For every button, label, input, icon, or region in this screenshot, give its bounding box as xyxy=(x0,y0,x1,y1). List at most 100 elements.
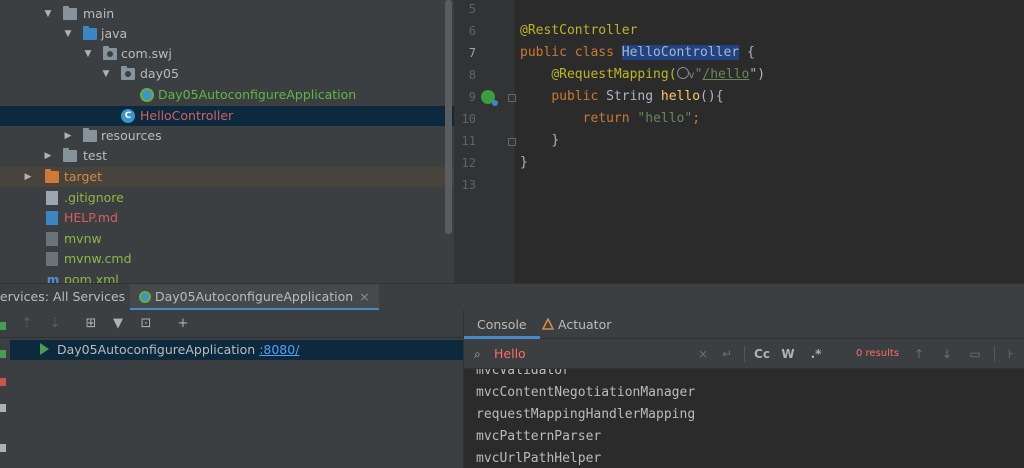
chevron-down-icon[interactable]: ▼ xyxy=(62,24,74,44)
clear-search-icon[interactable]: × xyxy=(696,345,710,363)
tree-item-java[interactable]: ▼ java xyxy=(0,24,444,44)
line-number: 12 xyxy=(461,156,476,170)
filter-search-icon[interactable]: ⊦ xyxy=(1004,345,1018,363)
line-number: 10 xyxy=(461,112,476,126)
stop-icon[interactable] xyxy=(0,378,6,386)
code-token: } xyxy=(551,133,560,148)
tree-item-target[interactable]: ▶ target xyxy=(0,167,454,187)
services-tool-window-header: Services: All Services Day05Autoconfigur… xyxy=(0,283,1024,311)
tree-item-com-swj[interactable]: ▼ com.swj xyxy=(0,44,444,64)
chevron-down-icon[interactable]: ▼ xyxy=(82,44,94,64)
tab-actuator[interactable]: Actuator xyxy=(542,310,611,339)
fold-icon[interactable] xyxy=(508,94,516,102)
divider xyxy=(744,346,745,362)
words-button[interactable]: W xyxy=(780,345,796,363)
code-token: { xyxy=(739,45,755,60)
tree-item-mvnw[interactable]: mvnw xyxy=(0,229,444,249)
search-input[interactable] xyxy=(494,339,684,369)
collapse-all-icon[interactable]: ⇣ xyxy=(47,316,63,332)
group-by-icon[interactable]: ⊞ xyxy=(83,316,99,332)
services-label: Services: xyxy=(0,289,49,304)
code-line-7: public class HelloController { xyxy=(520,42,755,64)
shell-file-icon xyxy=(46,232,58,246)
tree-item-resources[interactable]: ▶ resources xyxy=(0,126,444,146)
method-name-token: hello xyxy=(660,89,701,104)
tree-item-main[interactable]: ▼ main xyxy=(0,4,444,24)
tree-item-day05[interactable]: ▼ day05 xyxy=(0,64,444,84)
divider xyxy=(994,346,995,362)
code-line-10: return "hello"; xyxy=(520,108,700,130)
tree-item-help-md[interactable]: HELP.md xyxy=(0,208,444,228)
keyword-token: public class xyxy=(520,45,622,60)
spring-boot-icon xyxy=(139,291,151,303)
port-link[interactable]: :8080/ xyxy=(259,342,299,357)
package-icon xyxy=(103,46,117,60)
match-case-button[interactable]: Cc xyxy=(752,345,772,363)
line-number: 7 xyxy=(468,46,476,60)
tree-item-test[interactable]: ▶ test xyxy=(0,146,444,166)
project-tree-panel: ▼ main ▼ java ▼ com.swj ▼ day05 Day05Aut… xyxy=(0,0,454,283)
tree-item-label: com.swj xyxy=(121,46,172,61)
tree-item-label: HELP.md xyxy=(64,210,118,225)
folder-icon xyxy=(63,148,77,162)
tab-day05-application[interactable]: Day05AutoconfigureApplication × xyxy=(130,284,379,311)
service-row-day05-application[interactable]: Day05AutoconfigureApplication:8080/ xyxy=(10,340,463,360)
chevron-right-icon[interactable]: ▶ xyxy=(22,167,34,187)
line-number: 5 xyxy=(468,2,476,16)
chevron-down-icon[interactable]: ▼ xyxy=(100,64,112,84)
services-panel: ⇡ ⇣ ⊞ ▼ ⊡ + Day05AutoconfigureApplicatio… xyxy=(0,310,463,468)
tree-item-pom-xml[interactable]: m pom.xml xyxy=(0,270,444,283)
rerun-icon[interactable] xyxy=(0,350,6,358)
editor-gutter: 5 6 7 8 9 10 11 12 13 xyxy=(454,0,516,283)
console-panel: Console Actuator ⌕ × ↵ Cc W .* 0 results… xyxy=(463,310,1024,468)
new-tab-icon[interactable]: ⊡ xyxy=(138,316,154,332)
regex-button[interactable]: .* xyxy=(808,345,824,363)
fold-icon[interactable] xyxy=(508,138,516,146)
chevron-down-icon[interactable]: ▼ xyxy=(42,4,54,24)
chevron-right-icon[interactable]: ▶ xyxy=(62,126,74,146)
url-mapping-link[interactable]: /hello xyxy=(702,67,749,82)
run-gutter-icon[interactable] xyxy=(481,90,498,106)
select-all-occurrences-icon[interactable]: ▭ xyxy=(968,345,982,363)
tree-item-gitignore[interactable]: .gitignore xyxy=(0,188,444,208)
next-occurrence-icon[interactable]: ↓ xyxy=(940,345,954,363)
code-editor[interactable]: 5 6 7 8 9 10 11 12 13 @RestController pu… xyxy=(454,0,1024,283)
string-token: "hello" xyxy=(637,111,693,126)
code-line-11: } xyxy=(520,130,559,152)
code-line-9: public String hello(){ xyxy=(520,86,723,108)
search-icon[interactable]: ⌕ xyxy=(474,347,481,362)
annotation-token: @RestController xyxy=(520,23,638,38)
expand-all-icon[interactable]: ⇡ xyxy=(19,316,35,332)
tree-item-hello-controller[interactable]: C HelloController xyxy=(0,106,454,126)
console-output[interactable]: mvcValidator mvcContentNegotiationManage… xyxy=(464,369,1024,468)
new-line-icon[interactable]: ↵ xyxy=(720,345,734,363)
chevron-right-icon[interactable]: ▶ xyxy=(42,146,54,166)
console-search-bar: ⌕ × ↵ Cc W .* 0 results ↑ ↓ ▭ ⊦ xyxy=(464,339,1024,369)
tree-item-day05-application[interactable]: Day05AutoconfigureApplication xyxy=(0,85,444,105)
tree-item-mvnw-cmd[interactable]: mvnw.cmd xyxy=(0,249,444,269)
previous-occurrence-icon[interactable]: ↑ xyxy=(912,345,926,363)
layout-icon[interactable] xyxy=(0,444,6,452)
tree-item-label: resources xyxy=(101,128,162,143)
tab-label: Day05AutoconfigureApplication xyxy=(155,289,354,304)
filter-icon[interactable]: ▼ xyxy=(110,316,126,332)
tab-all-services[interactable]: All Services xyxy=(53,284,125,311)
tree-item-label: test xyxy=(83,148,108,163)
resources-folder-icon xyxy=(83,128,97,142)
tree-scrollbar[interactable] xyxy=(445,0,452,234)
console-line: mvcUrlPathHelper xyxy=(476,451,602,466)
excluded-folder-icon xyxy=(45,169,59,183)
globe-icon[interactable] xyxy=(676,67,689,79)
console-line: mvcContentNegotiationManager xyxy=(476,385,696,400)
line-number: 9 xyxy=(468,90,476,104)
code-line-12: } xyxy=(520,152,528,174)
tab-console[interactable]: Console xyxy=(464,310,540,339)
close-icon[interactable]: × xyxy=(359,289,369,304)
console-line: requestMappingHandlerMapping xyxy=(476,407,696,422)
restart-icon[interactable] xyxy=(0,404,6,412)
line-number: 6 xyxy=(468,24,476,38)
tree-item-label: HelloController xyxy=(140,108,234,123)
tree-item-label: day05 xyxy=(140,66,179,81)
code-token: ; xyxy=(692,111,701,126)
add-service-icon[interactable]: + xyxy=(175,316,191,332)
